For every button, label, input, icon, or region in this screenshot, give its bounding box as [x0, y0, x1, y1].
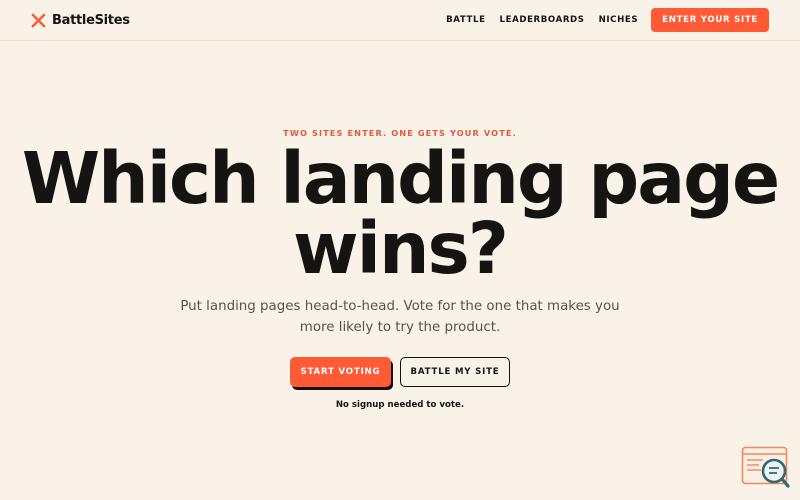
- brand-name: BattleSites: [52, 12, 130, 28]
- nav-link-leaderboards[interactable]: LEADERBOARDS: [500, 15, 585, 25]
- hero-subtext-line-1: Put landing pages head-to-head. Vote for…: [180, 299, 620, 314]
- hero-subtext: Put landing pages head-to-head. Vote for…: [0, 296, 800, 338]
- crossed-swords-icon: [31, 13, 46, 27]
- start-voting-button[interactable]: START VOTING: [290, 357, 391, 387]
- hero-headline: Which landing page wins?: [0, 137, 800, 290]
- nav-links: BATTLE LEADERBOARDS NICHES ENTER YOUR SI…: [432, 8, 769, 32]
- hero-actions: START VOTING BATTLE MY SITE: [0, 357, 800, 387]
- battle-my-site-button[interactable]: BATTLE MY SITE: [400, 357, 510, 387]
- hero-subtext-line-2: more likely to try the product.: [299, 320, 501, 335]
- nav-link-battle[interactable]: BATTLE: [446, 15, 485, 25]
- hero-headline-line-2: wins?: [293, 207, 509, 290]
- enter-your-site-button[interactable]: ENTER YOUR SITE: [651, 8, 769, 32]
- nav-link-niches[interactable]: NICHES: [599, 15, 639, 25]
- feedback-widget[interactable]: [741, 446, 791, 488]
- top-nav: BattleSites BATTLE LEADERBOARDS NICHES E…: [0, 0, 800, 41]
- hero-headline-line-1: Which landing page: [21, 137, 780, 220]
- brand-logo[interactable]: BattleSites: [31, 13, 130, 28]
- signup-note: No signup needed to vote.: [335, 400, 465, 410]
- search-feedback-icon: [741, 446, 790, 488]
